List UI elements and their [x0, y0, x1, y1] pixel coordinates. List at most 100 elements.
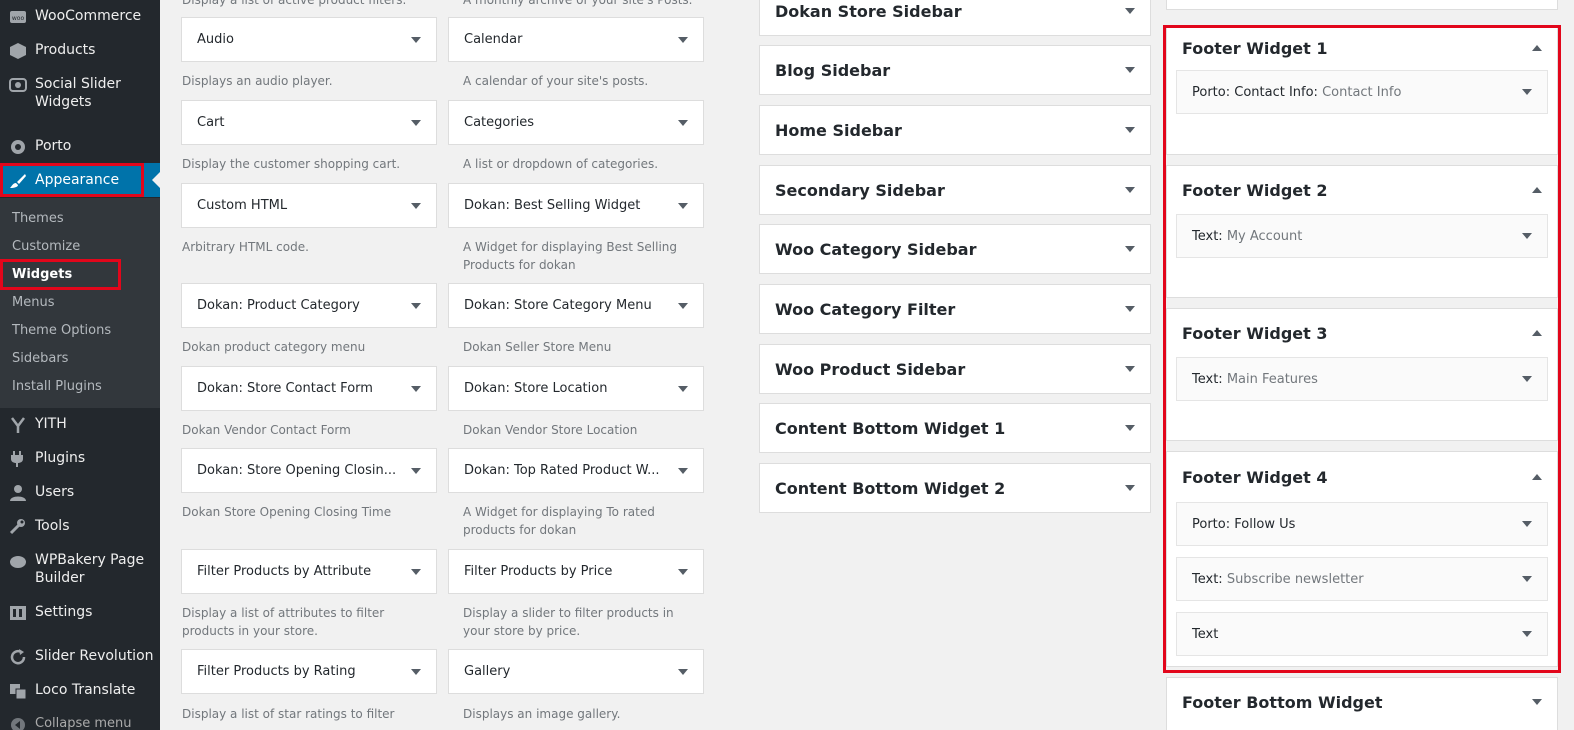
footer-widget-3-header[interactable]: Footer Widget 3: [1167, 309, 1557, 357]
menu-slider-revolution[interactable]: Slider Revolution: [0, 647, 160, 666]
refresh-icon: [0, 647, 35, 666]
sidebar-blog[interactable]: Blog Sidebar: [759, 45, 1151, 95]
widget-custom-html[interactable]: Custom HTML: [181, 183, 437, 228]
chevron-down-icon: [1125, 67, 1135, 73]
chevron-up-icon: [1532, 187, 1542, 193]
translate-icon: [0, 681, 35, 700]
sidebar-woo-product[interactable]: Woo Product Sidebar: [759, 344, 1151, 394]
widget-desc: Displays an image gallery.: [463, 707, 621, 721]
menu-social-slider[interactable]: Social Slider Widgets: [0, 75, 160, 111]
widget-desc: Dokan product category menu: [182, 340, 366, 354]
widget-desc: A Widget for displaying To rated product…: [463, 505, 655, 537]
widget-filter-by-rating[interactable]: Filter Products by Rating: [181, 649, 437, 694]
widget-desc: Dokan Store Opening Closing Time: [182, 505, 392, 519]
admin-sidebar: woo WooCommerce Products Social Slider W…: [0, 0, 160, 730]
submenu-sidebars[interactable]: Sidebars: [12, 351, 68, 367]
widget-filter-by-price[interactable]: Filter Products by Price: [448, 549, 704, 594]
camera-icon: [0, 75, 35, 94]
menu-yith[interactable]: YITH: [0, 415, 160, 434]
widget-porto-contact-info[interactable]: Porto: Contact Info: Contact Info: [1176, 70, 1548, 114]
chevron-down-icon: [1125, 306, 1135, 312]
chevron-down-icon: [411, 119, 421, 126]
submenu-widgets[interactable]: Widgets: [12, 267, 72, 283]
sidebar-content-bottom-2[interactable]: Content Bottom Widget 2: [759, 463, 1151, 513]
submenu-themes[interactable]: Themes: [12, 211, 64, 227]
menu-appearance[interactable]: Appearance: [0, 163, 160, 197]
menu-woocommerce[interactable]: woo WooCommerce: [0, 7, 160, 26]
sidebar-home[interactable]: Home Sidebar: [759, 105, 1151, 155]
menu-loco-translate[interactable]: Loco Translate: [0, 681, 160, 700]
settings-icon: [0, 603, 35, 622]
sidebar-dokan-store[interactable]: Dokan Store Sidebar: [759, 0, 1151, 36]
chevron-down-icon: [1532, 699, 1542, 705]
widget-dokan-store-location[interactable]: Dokan: Store Location: [448, 366, 704, 411]
chevron-down-icon: [678, 119, 688, 126]
menu-porto[interactable]: Porto: [0, 137, 160, 156]
chevron-down-icon: [678, 302, 688, 309]
widget-dokan-top-rated[interactable]: Dokan: Top Rated Product W...: [448, 448, 704, 493]
menu-products[interactable]: Products: [0, 41, 160, 60]
footer-widget-2: Footer Widget 2 Text: My Account: [1166, 165, 1558, 298]
widget-filter-by-attribute[interactable]: Filter Products by Attribute: [181, 549, 437, 594]
menu-wpbakery[interactable]: WPBakery Page Builder: [0, 551, 160, 587]
widget-desc: Displays an audio player.: [182, 74, 333, 88]
chevron-down-icon: [411, 467, 421, 474]
widget-gallery[interactable]: Gallery: [448, 649, 704, 694]
chevron-down-icon: [1522, 631, 1532, 637]
sidebar-woo-category-filter[interactable]: Woo Category Filter: [759, 284, 1151, 334]
widget-porto-follow-us[interactable]: Porto: Follow Us: [1176, 502, 1548, 546]
footer-widget-2-header[interactable]: Footer Widget 2: [1167, 166, 1557, 214]
widget-dokan-store-category-menu[interactable]: Dokan: Store Category Menu: [448, 283, 704, 328]
widget-text-main-features[interactable]: Text: Main Features: [1176, 357, 1548, 401]
widget-calendar[interactable]: Calendar: [448, 17, 704, 62]
widget-text-my-account[interactable]: Text: My Account: [1176, 214, 1548, 258]
footer-widget-1-header[interactable]: Footer Widget 1: [1167, 26, 1557, 70]
widget-desc: Display a slider to filter products in y…: [463, 606, 674, 638]
chevron-down-icon: [411, 36, 421, 43]
footer-bottom-widget-header[interactable]: Footer Bottom Widget: [1167, 678, 1557, 726]
sidebar-content-bottom-1[interactable]: Content Bottom Widget 1: [759, 403, 1151, 453]
sidebar-secondary[interactable]: Secondary Sidebar: [759, 165, 1151, 215]
widget-dokan-store-contact-form[interactable]: Dokan: Store Contact Form: [181, 366, 437, 411]
widget-desc: Dokan Vendor Contact Form: [182, 423, 351, 437]
widget-audio[interactable]: Audio: [181, 17, 437, 62]
widget-desc: Dokan Seller Store Menu: [463, 340, 612, 354]
menu-users[interactable]: Users: [0, 483, 160, 502]
widget-desc: Display a list of star ratings to filter: [182, 707, 395, 721]
widget-text-subscribe-newsletter[interactable]: Text: Subscribe newsletter: [1176, 557, 1548, 601]
widget-categories[interactable]: Categories: [448, 100, 704, 145]
widget-dokan-best-selling[interactable]: Dokan: Best Selling Widget: [448, 183, 704, 228]
chevron-down-icon: [411, 202, 421, 209]
widget-desc: A calendar of your site's posts.: [463, 74, 649, 88]
widget-desc: Arbitrary HTML code.: [182, 240, 309, 254]
svg-text:woo: woo: [11, 15, 24, 22]
submenu-customize[interactable]: Customize: [12, 239, 80, 255]
submenu-theme-options[interactable]: Theme Options: [12, 323, 111, 339]
widget-text[interactable]: Text: [1176, 612, 1548, 656]
chevron-down-icon: [1522, 521, 1532, 527]
submenu-install-plugins[interactable]: Install Plugins: [12, 379, 102, 395]
wrench-icon: [0, 517, 35, 536]
woocommerce-icon: woo: [0, 7, 35, 26]
sidebar-woo-category[interactable]: Woo Category Sidebar: [759, 224, 1151, 274]
menu-plugins[interactable]: Plugins: [0, 449, 160, 468]
widget-desc-top-right: A monthly archive of your site's Posts.: [463, 0, 693, 7]
widget-dokan-product-category[interactable]: Dokan: Product Category: [181, 283, 437, 328]
wpbakery-icon: [0, 551, 35, 570]
yith-icon: [0, 415, 35, 434]
submenu-menus[interactable]: Menus: [12, 295, 54, 311]
widget-desc-top-left: Display a list of active product filters…: [182, 0, 407, 7]
menu-settings[interactable]: Settings: [0, 603, 160, 622]
chevron-up-icon: [1532, 330, 1542, 336]
chevron-down-icon: [1125, 246, 1135, 252]
collapse-menu[interactable]: Collapse menu: [0, 715, 160, 730]
widget-dokan-store-opening-closing[interactable]: Dokan: Store Opening Closin...: [181, 448, 437, 493]
menu-tools[interactable]: Tools: [0, 517, 160, 536]
footer-widget-4-header[interactable]: Footer Widget 4: [1167, 452, 1557, 502]
chevron-down-icon: [678, 202, 688, 209]
footer-widget-3: Footer Widget 3 Text: Main Features: [1166, 308, 1558, 441]
chevron-down-icon: [1522, 89, 1532, 95]
sidebar-area-above: [1166, 0, 1558, 10]
widget-cart[interactable]: Cart: [181, 100, 437, 145]
footer-widget-1: Footer Widget 1 Porto: Contact Info: Con…: [1166, 25, 1558, 155]
